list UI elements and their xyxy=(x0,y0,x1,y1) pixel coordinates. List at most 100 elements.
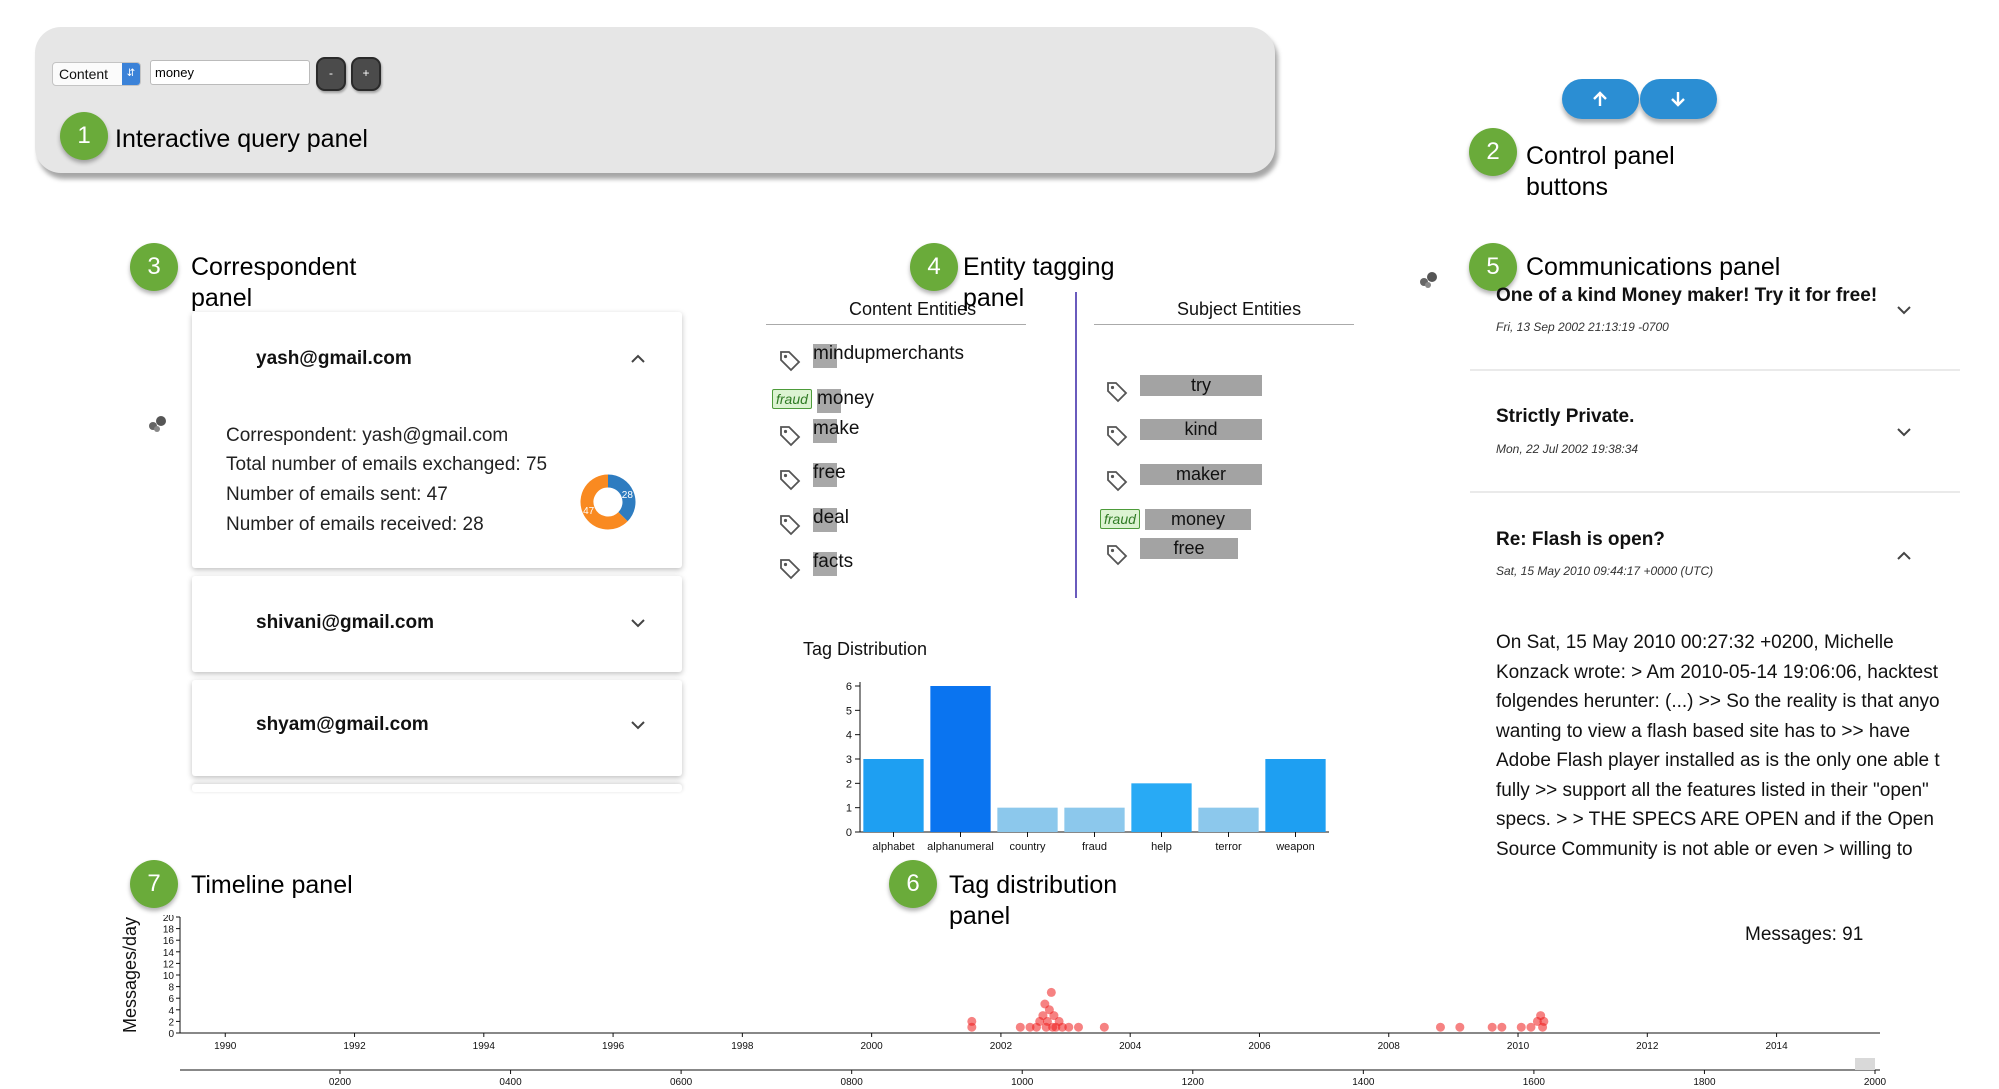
tag-icon[interactable] xyxy=(778,424,802,448)
y-tick-label: 8 xyxy=(168,983,174,994)
fraud-tag-chip[interactable]: fraud xyxy=(772,389,812,409)
x-tick-label: 1992 xyxy=(343,1041,366,1052)
x-tick-label: 1996 xyxy=(602,1041,625,1052)
correspondent-panel: yash@gmail.com Correspondent: yash@gmail… xyxy=(192,312,682,792)
timeline-point[interactable] xyxy=(1073,1022,1083,1032)
chevron-down-icon[interactable] xyxy=(630,617,646,629)
timeline-point[interactable] xyxy=(1046,987,1056,997)
received-emails-detail: Number of emails received: 28 xyxy=(226,514,484,535)
bar-help[interactable] xyxy=(1131,783,1192,832)
message-subject[interactable]: Re: Flash is open? xyxy=(1496,529,1665,551)
y-tick-label: 0 xyxy=(168,1029,174,1040)
annotation-badge-7: 7 xyxy=(130,860,178,908)
query-mode-select[interactable]: Content ⇵ xyxy=(52,62,141,86)
tag-icon[interactable] xyxy=(778,468,802,492)
correspondent-card[interactable]: yash@gmail.com Correspondent: yash@gmail… xyxy=(192,312,682,568)
x-tick-label: 2000 xyxy=(861,1041,884,1052)
y-tick-label: 10 xyxy=(163,971,175,982)
select-arrows-icon: ⇵ xyxy=(122,63,140,85)
x-tick-label: alphabet xyxy=(872,841,914,853)
message-date: Mon, 22 Jul 2002 19:38:34 xyxy=(1496,442,1639,456)
correspondent-card[interactable]: shivani@gmail.com xyxy=(192,576,682,672)
overview-tick-label: 0600 xyxy=(670,1077,693,1088)
x-tick-label: 2012 xyxy=(1636,1041,1659,1052)
chevron-up-icon[interactable] xyxy=(630,352,646,364)
timeline-chart[interactable]: Messages/day 02468101214161820 1990 1992 199… xyxy=(115,915,1895,1089)
query-mode-value: Content xyxy=(59,66,109,82)
x-tick-label: 2002 xyxy=(990,1041,1013,1052)
content-entity: deal xyxy=(813,507,849,528)
bar-weapon[interactable] xyxy=(1265,759,1326,832)
tag-icon[interactable] xyxy=(778,513,802,537)
annotation-badge-4: 4 xyxy=(910,243,958,291)
bar-alphanumeral[interactable] xyxy=(930,686,991,832)
y-tick-label: 2 xyxy=(846,778,852,790)
message-subject[interactable]: Strictly Private. xyxy=(1496,406,1634,428)
tag-icon[interactable] xyxy=(1105,469,1129,493)
message-body-line: specs. > > THE SPECS ARE OPEN and if the… xyxy=(1496,809,1934,830)
subject-entity: money xyxy=(1145,509,1251,530)
y-tick-label: 16 xyxy=(163,936,175,947)
y-tick-label: 4 xyxy=(846,730,852,742)
remove-query-button[interactable]: - xyxy=(316,57,346,91)
content-entity: make xyxy=(813,418,860,439)
message-body-line: fully >> support all the features listed… xyxy=(1496,779,1929,801)
timeline-point[interactable] xyxy=(1497,1022,1507,1032)
overview-tick-label: 2000 xyxy=(1864,1077,1887,1088)
x-tick-label: 1998 xyxy=(731,1041,754,1052)
x-tick-label: 2010 xyxy=(1507,1041,1530,1052)
timeline-point[interactable] xyxy=(1516,1022,1526,1032)
message-subject[interactable]: One of a kind Money maker! Try it for fr… xyxy=(1496,285,1877,307)
chevron-down-icon[interactable] xyxy=(630,719,646,731)
timeline-point[interactable] xyxy=(1435,1022,1445,1032)
tag-icon[interactable] xyxy=(778,349,802,373)
x-tick-label: weapon xyxy=(1275,841,1315,853)
fraud-tag-chip[interactable]: fraud xyxy=(1100,509,1140,529)
x-tick-label: 2004 xyxy=(1119,1041,1142,1052)
y-tick-label: 3 xyxy=(846,754,852,766)
chevron-up-icon[interactable] xyxy=(1896,549,1912,561)
timeline-point[interactable] xyxy=(1015,1022,1025,1032)
x-tick-label: help xyxy=(1151,841,1172,853)
timeline-point[interactable] xyxy=(1064,1022,1074,1032)
message-body-line: On Sat, 15 May 2010 00:27:32 +0200, Mich… xyxy=(1496,632,1894,653)
annotation-label-2: Control panel buttons xyxy=(1526,142,1675,201)
tag-icon[interactable] xyxy=(778,557,802,581)
timeline-point[interactable] xyxy=(1099,1022,1109,1032)
donut-label-sent: 47 xyxy=(583,506,595,517)
overview-tick-label: 0800 xyxy=(841,1077,864,1088)
y-tick-label: 14 xyxy=(163,948,175,959)
correspondent-card[interactable]: shyam@gmail.com xyxy=(192,680,682,776)
bar-fraud[interactable] xyxy=(1064,807,1125,832)
message-body-line: Konzack wrote: > Am 2010-05-14 19:06:06,… xyxy=(1496,661,1939,683)
bar-alphabet[interactable] xyxy=(863,759,924,832)
message-body-line: Adobe Flash player installed as is the o… xyxy=(1496,750,1940,771)
bar-terror[interactable] xyxy=(1198,807,1259,832)
bar-country[interactable] xyxy=(997,807,1058,832)
y-tick-label: 12 xyxy=(163,959,175,970)
scroll-up-button[interactable] xyxy=(1562,79,1639,119)
timeline-point[interactable] xyxy=(967,1022,977,1032)
x-tick-label: 2006 xyxy=(1248,1041,1271,1052)
add-query-button[interactable]: + xyxy=(351,57,381,91)
x-tick-label: 1990 xyxy=(214,1041,237,1052)
timeline-point[interactable] xyxy=(1455,1022,1465,1032)
content-entity: facts xyxy=(813,551,854,572)
timeline-point[interactable] xyxy=(1487,1022,1497,1032)
y-tick-label: 5 xyxy=(846,705,852,717)
annotation-badge-5: 5 xyxy=(1469,243,1517,291)
chevron-down-icon[interactable] xyxy=(1896,304,1912,316)
chevron-down-icon[interactable] xyxy=(1896,426,1912,438)
tag-icon[interactable] xyxy=(1105,380,1129,404)
scroll-down-button[interactable] xyxy=(1640,79,1717,119)
tag-icon[interactable] xyxy=(1105,424,1129,448)
tag-icon[interactable] xyxy=(1105,543,1129,567)
content-entity: mindupmerchants xyxy=(813,343,965,364)
message-body-line: folgendes herunter: (...) >> So the real… xyxy=(1496,691,1940,712)
y-tick-label: 18 xyxy=(163,925,175,936)
annotation-label-5: Communications panel xyxy=(1526,253,1781,281)
timeline-point[interactable] xyxy=(1539,1016,1549,1026)
overview-brush-handle[interactable] xyxy=(1855,1058,1875,1070)
query-input[interactable] xyxy=(150,60,310,85)
y-tick-label: 6 xyxy=(168,994,174,1005)
